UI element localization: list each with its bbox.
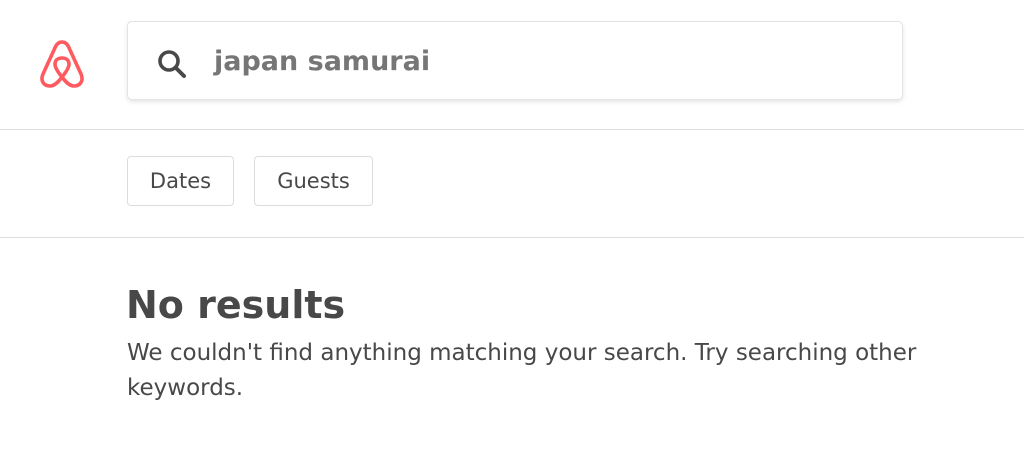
- filters-divider: [0, 237, 1024, 238]
- search-input-value[interactable]: japan samurai: [214, 44, 430, 80]
- search-icon: [156, 48, 188, 80]
- search-results-page: japan samurai Dates Guests No results We…: [0, 0, 1024, 450]
- guests-filter-button[interactable]: Guests: [254, 156, 373, 206]
- airbnb-logo-icon[interactable]: [36, 36, 88, 88]
- header-divider: [0, 129, 1024, 130]
- search-bar[interactable]: japan samurai: [127, 21, 903, 100]
- no-results-message: We couldn't find anything matching your …: [127, 340, 917, 401]
- dates-filter-button[interactable]: Dates: [127, 156, 234, 206]
- no-results-heading: No results: [126, 283, 346, 327]
